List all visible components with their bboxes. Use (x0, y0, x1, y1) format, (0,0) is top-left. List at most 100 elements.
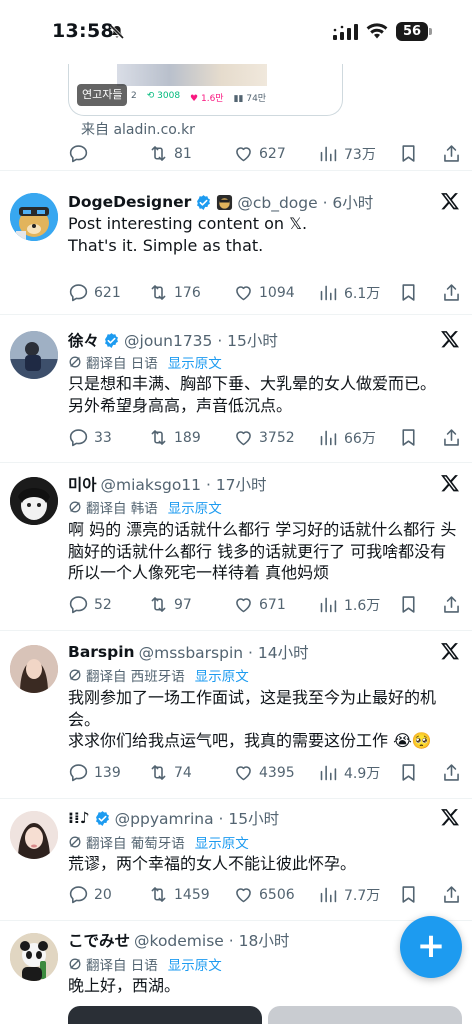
card-stat-views-count: 74만 (246, 94, 267, 104)
retweet-button[interactable]: 1459 (148, 884, 210, 905)
like-button[interactable]: 4395 (233, 762, 295, 783)
share-button[interactable] (441, 762, 467, 783)
reply-icon (69, 429, 88, 447)
retweet-icon (151, 887, 166, 902)
views-icon (320, 430, 337, 446)
card-stats: 2 ⟲ 3008 ♥ 1.6만 ▮▮ 74만 (131, 91, 266, 104)
tweet-text-line: 所以一个人像死宅一样待着 真他妈烦 (68, 563, 330, 582)
compose-button[interactable]: + (400, 916, 462, 978)
display-name[interactable]: 미아 (68, 473, 97, 495)
translation-notice: 翻译自 葡萄牙语 显示原文 (68, 832, 249, 852)
bookmark-button[interactable] (398, 427, 424, 448)
like-button[interactable]: 6506 (233, 884, 295, 905)
tweet-text-line: 另外希望身高高，声音低沉点。 (68, 395, 293, 415)
bookmark-button[interactable] (398, 282, 424, 303)
tweet-card[interactable]: ⁝⁞♪ @ppyamrina · 15小时 翻译自 葡萄牙语 显示原文 荒谬，两… (0, 798, 472, 920)
translate-icon (69, 501, 81, 513)
tweet-card[interactable]: DogeDesigner @cb_doge · 6小时 Post interes… (0, 170, 472, 314)
tweet-image[interactable] (68, 1006, 262, 1024)
retweet-count: 1459 (174, 886, 210, 903)
show-original-link[interactable]: 显示原文 (195, 665, 249, 685)
verified-badge-icon (95, 810, 109, 826)
tweet-card[interactable]: 미아 @miaksgo11 · 17小时 翻译自 韩语 显示原文 啊 妈的 漂亮… (0, 462, 472, 630)
bookmark-icon (402, 596, 415, 613)
retweet-button[interactable]: 176 (148, 282, 201, 303)
like-icon (236, 431, 251, 446)
views-button[interactable]: 7.7万 (318, 884, 380, 905)
share-button[interactable] (441, 594, 467, 615)
bookmark-button[interactable] (398, 594, 424, 615)
reply-button[interactable]: 33 (68, 427, 112, 448)
display-name[interactable]: DogeDesigner (68, 193, 191, 211)
bookmark-button[interactable] (398, 762, 424, 783)
bookmark-button[interactable] (398, 884, 424, 905)
tweet-text-line: 脑好的话就什么都行 钱多的话就更行了 可我啥都没有 (68, 541, 447, 561)
card-stat-like-count: 1.6만 (200, 94, 224, 104)
like-icon (236, 766, 251, 781)
views-button[interactable]: 66万 (318, 427, 376, 448)
avatar[interactable] (10, 645, 58, 693)
avatar[interactable] (10, 811, 58, 859)
like-count: 1094 (259, 284, 295, 301)
avatar[interactable] (10, 933, 58, 981)
share-button[interactable] (441, 884, 467, 905)
retweet-button[interactable]: 74 (148, 762, 192, 783)
display-name[interactable]: Barspin (68, 643, 135, 661)
avatar-image (10, 331, 58, 379)
retweet-button[interactable]: 97 (148, 594, 192, 615)
views-button[interactable]: 73万 (318, 143, 376, 164)
reply-count: 139 (94, 764, 121, 781)
views-button[interactable]: 1.6万 (318, 594, 380, 615)
views-count: 4.9万 (344, 765, 381, 782)
retweet-icon (151, 146, 166, 161)
x-logo-icon (441, 331, 459, 348)
tweet-card[interactable]: 徐々 @joun1735 · 15小时 翻译自 日语 显示原文 只是想和丰满、胸… (0, 314, 472, 462)
like-button[interactable]: 671 (233, 594, 286, 615)
like-button[interactable]: 1094 (233, 282, 295, 303)
show-original-link[interactable]: 显示原文 (168, 954, 222, 974)
reply-button[interactable]: 621 (68, 282, 121, 303)
retweet-icon (151, 430, 166, 445)
share-button[interactable] (441, 143, 467, 164)
display-name[interactable]: こでみせ (68, 929, 130, 951)
views-count: 7.7万 (344, 887, 381, 904)
bell-slash-icon (109, 24, 125, 40)
avatar[interactable] (10, 193, 58, 241)
show-original-link[interactable]: 显示原文 (168, 352, 222, 372)
x-logo-icon (441, 475, 459, 492)
card-source[interactable]: 来自 aladin.co.kr (81, 119, 195, 139)
retweet-button[interactable]: 81 (148, 143, 192, 164)
avatar[interactable] (10, 331, 58, 379)
avatar-image (10, 645, 58, 693)
status-time: 13:58 (52, 20, 114, 42)
reply-button[interactable]: 20 (68, 884, 112, 905)
battery-level: 56 (396, 22, 428, 41)
bookmark-button[interactable] (398, 143, 424, 164)
display-name[interactable]: ⁝⁞♪ (68, 809, 90, 827)
reply-button[interactable] (68, 143, 94, 164)
tweet-card[interactable]: Barspin @mssbarspin · 14小时 翻译自 西班牙语 显示原文… (0, 630, 472, 798)
handle-and-time: @miaksgo11 · 17小时 (100, 476, 267, 494)
avatar[interactable] (10, 477, 58, 525)
verified-badge-icon (105, 332, 118, 348)
reply-button[interactable]: 52 (68, 594, 112, 615)
link-card[interactable]: 연고자들 2 ⟲ 3008 ♥ 1.6만 ▮▮ 74만 (68, 64, 343, 116)
retweet-button[interactable]: 189 (148, 427, 201, 448)
like-button[interactable]: 3752 (233, 427, 295, 448)
translate-icon (69, 836, 81, 848)
tweet-partial[interactable]: 연고자들 2 ⟲ 3008 ♥ 1.6만 ▮▮ 74만 来自 aladin.co… (0, 64, 472, 169)
show-original-link[interactable]: 显示原文 (168, 497, 222, 517)
status-bar: 13:58 56 (0, 0, 472, 64)
display-name[interactable]: 徐々 (68, 329, 99, 351)
views-button[interactable]: 6.1万 (318, 282, 380, 303)
card-image (117, 64, 267, 86)
tweet-text: 只是想和丰满、胸部下垂、大乳晕的女人做爱而已。 另外希望身高高，声音低沉点。 (68, 373, 458, 416)
like-button[interactable]: 627 (233, 143, 286, 164)
tweet-image[interactable] (268, 1006, 462, 1024)
show-original-link[interactable]: 显示原文 (195, 832, 249, 852)
share-button[interactable] (441, 282, 467, 303)
reply-button[interactable]: 139 (68, 762, 121, 783)
avatar-image (10, 933, 58, 981)
views-button[interactable]: 4.9万 (318, 762, 380, 783)
share-button[interactable] (441, 427, 467, 448)
